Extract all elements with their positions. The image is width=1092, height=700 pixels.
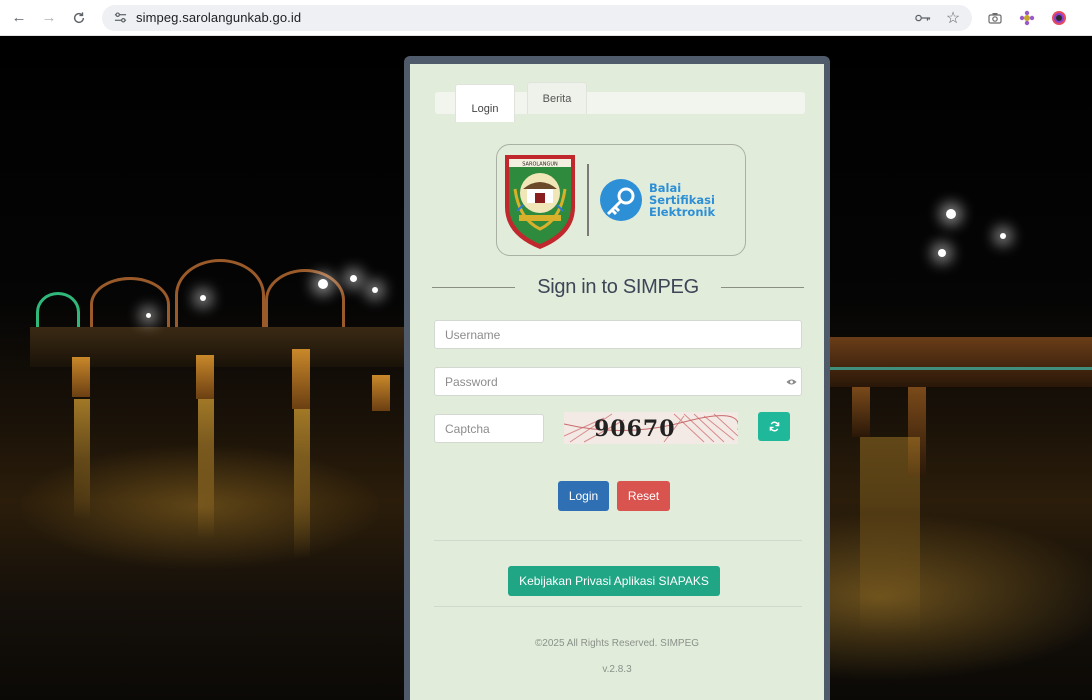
captcha-code: 90670 (594, 416, 676, 442)
username-input[interactable] (434, 320, 802, 349)
show-password-toggle[interactable] (784, 375, 798, 389)
svg-text:SAROLANGUN: SAROLANGUN (522, 162, 558, 168)
refresh-captcha-button[interactable] (758, 412, 790, 441)
signin-heading: Sign in to SIMPEG (432, 272, 805, 302)
profile-button[interactable] (1050, 9, 1068, 27)
extension-flower-button[interactable] (1018, 9, 1036, 27)
browser-toolbar: ← → simpeg.sarolangunkab.go.id ☆ (0, 0, 1092, 36)
key-badge-icon (600, 179, 642, 221)
extension-camera-button[interactable] (986, 9, 1004, 27)
tune-icon (114, 12, 126, 23)
site-info-button[interactable] (112, 10, 128, 26)
reset-button[interactable]: Reset (617, 481, 670, 511)
version-text: v.2.8.3 (602, 664, 632, 675)
heading-rule-right (720, 286, 805, 288)
refresh-icon (769, 421, 779, 432)
password-input[interactable] (434, 367, 802, 396)
captcha-input[interactable] (434, 414, 544, 443)
logo-banner: SAROLANGUN Balai Sertifikasi Elektronik (496, 144, 746, 256)
eye-icon (785, 379, 797, 385)
key-icon (915, 14, 931, 21)
captcha-image: 90670 (564, 412, 738, 444)
divider (434, 540, 802, 541)
tab-berita-label: Berita (542, 92, 572, 105)
tab-login-label: Login (471, 102, 499, 115)
tab-berita[interactable]: Berita (527, 82, 587, 114)
back-button[interactable]: ← (6, 5, 32, 31)
forward-button[interactable]: → (36, 5, 62, 31)
arrow-left-icon: ← (11, 9, 27, 26)
privacy-policy-button[interactable]: Kebijakan Privasi Aplikasi SIAPAKS (508, 566, 720, 596)
camera-icon (988, 12, 1002, 24)
divider (434, 606, 802, 607)
tab-login[interactable]: Login (455, 84, 515, 122)
url-text[interactable]: simpeg.sarolangunkab.go.id (136, 10, 301, 25)
puzzle-flower-icon (1019, 10, 1035, 25)
arrow-right-icon: → (41, 9, 57, 26)
heading-rule-left (432, 286, 516, 288)
bsre-logo-text: Balai Sertifikasi Elektronik (649, 181, 716, 219)
sarolangun-crest-logo: SAROLANGUN (505, 155, 575, 249)
login-panel-frame: Login Berita SAROLANGUN Balai Sertifikas… (404, 56, 830, 700)
page-title: Sign in to SIMPEG (537, 275, 699, 298)
copyright-text: ©2025 All Rights Reserved. SIMPEG (534, 638, 700, 649)
login-panel: Login Berita SAROLANGUN Balai Sertifikas… (410, 64, 824, 700)
password-manager-button[interactable] (914, 9, 932, 27)
bookmark-button[interactable]: ☆ (944, 9, 962, 27)
reload-button[interactable] (66, 5, 92, 31)
logo-divider (587, 164, 589, 236)
login-button[interactable]: Login (558, 481, 609, 511)
star-icon: ☆ (945, 9, 961, 27)
address-bar[interactable]: simpeg.sarolangunkab.go.id ☆ (102, 4, 972, 31)
tab-bar: Login Berita (435, 82, 805, 122)
profile-ring-icon (1052, 10, 1066, 25)
reload-icon (73, 11, 85, 23)
